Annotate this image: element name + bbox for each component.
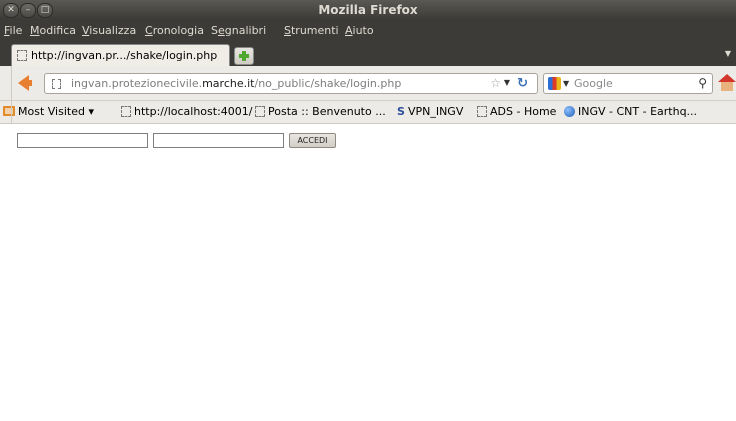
search-placeholder: Google xyxy=(574,77,613,90)
reload-icon[interactable]: ↻ xyxy=(517,76,528,91)
menu-modifica[interactable]: Modifica xyxy=(30,24,76,37)
engine-dropdown-icon[interactable]: ▼ xyxy=(563,79,569,88)
firefox-window: ✕ – □ Mozilla Firefox File Modifica Visu… xyxy=(0,0,736,421)
url-domain: marche.it xyxy=(202,77,255,90)
bookmark-star-icon[interactable]: ☆ xyxy=(490,76,501,90)
bookmark-ads-home[interactable]: ADS - Home xyxy=(477,105,556,118)
url-text[interactable]: ingvan.protezionecivile.marche.it/no_pub… xyxy=(71,77,401,90)
menu-bar: File Modifica Visualizza Cronologia Segn… xyxy=(0,20,736,41)
bookmark-posta[interactable]: Posta :: Benvenuto ... xyxy=(255,105,386,118)
tab-strip: http://ingvan.pr.../shake/login.php ▼ xyxy=(0,41,736,66)
menu-strumenti[interactable]: Strumenti xyxy=(284,24,339,37)
bookmark-vpn-ingv[interactable]: S VPN_INGV xyxy=(397,105,463,118)
tab-label: http://ingvan.pr.../shake/login.php xyxy=(31,49,218,62)
history-dropdown-icon[interactable]: ▼ xyxy=(504,78,510,87)
menu-cronologia[interactable]: Cronologia xyxy=(145,24,204,37)
menu-aiuto[interactable]: Aiuto xyxy=(345,24,374,37)
title-bar: ✕ – □ Mozilla Firefox xyxy=(0,0,736,20)
new-tab-button[interactable] xyxy=(234,47,254,65)
address-bar[interactable]: ingvan.protezionecivile.marche.it/no_pub… xyxy=(44,73,538,94)
bookmark-label: INGV - CNT - Earthq... xyxy=(578,105,698,118)
folder-icon xyxy=(3,106,15,116)
menu-visualizza[interactable]: Visualizza xyxy=(82,24,136,37)
page-content: ACCEDI xyxy=(0,124,736,421)
login-submit-button[interactable]: ACCEDI xyxy=(289,133,336,148)
search-icon[interactable]: ⚲ xyxy=(698,76,707,90)
tab-login[interactable]: http://ingvan.pr.../shake/login.php xyxy=(11,44,230,66)
bookmark-label: Most Visited ▾ xyxy=(18,105,94,118)
page-icon xyxy=(121,106,131,117)
username-field[interactable] xyxy=(17,133,148,148)
bookmark-ingv-cnt[interactable]: INGV - CNT - Earthq... xyxy=(564,105,697,118)
url-prefix: ingvan.protezionecivile. xyxy=(71,77,203,90)
tab-list-chevron-icon[interactable]: ▼ xyxy=(725,49,731,58)
google-engine-icon[interactable] xyxy=(548,77,561,90)
page-icon xyxy=(477,106,487,117)
bookmark-label: ADS - Home xyxy=(490,105,557,118)
home-icon[interactable] xyxy=(718,74,736,92)
bookmark-label: VPN_INGV xyxy=(407,105,464,118)
back-arrow-icon[interactable] xyxy=(18,75,32,91)
url-path: /no_public/shake/login.php xyxy=(254,77,402,90)
search-box[interactable]: ▼ Google ⚲ xyxy=(543,73,713,94)
bookmark-label: http://localhost:4001/ xyxy=(134,105,253,118)
vpn-icon: S xyxy=(397,105,405,118)
bookmarks-toolbar: Most Visited ▾ http://localhost:4001/ Po… xyxy=(0,101,736,124)
navigation-toolbar: ingvan.protezionecivile.marche.it/no_pub… xyxy=(0,66,736,101)
bookmark-localhost[interactable]: http://localhost:4001/ xyxy=(121,105,252,118)
bookmark-most-visited[interactable]: Most Visited ▾ xyxy=(3,105,94,118)
menu-file[interactable]: File xyxy=(4,24,22,37)
bookmark-label: Posta :: Benvenuto ... xyxy=(268,105,386,118)
menu-segnalibri[interactable]: Segnalibri xyxy=(211,24,266,37)
page-icon xyxy=(17,50,27,61)
page-icon xyxy=(255,106,265,117)
site-identity-icon[interactable] xyxy=(52,79,61,89)
password-field[interactable] xyxy=(153,133,284,148)
globe-icon xyxy=(564,106,575,117)
window-title: Mozilla Firefox xyxy=(318,3,418,17)
